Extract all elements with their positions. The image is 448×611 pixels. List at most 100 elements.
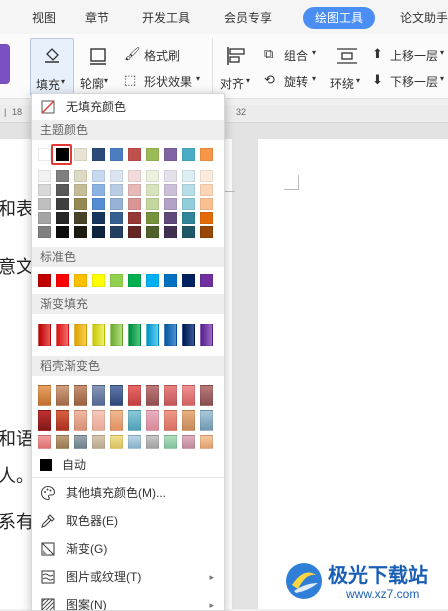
theme-shade-swatch[interactable] (182, 226, 195, 238)
theme-shade-swatch[interactable] (92, 212, 105, 224)
theme-color-swatch[interactable] (182, 148, 195, 161)
theme-color-swatch[interactable] (200, 148, 213, 161)
theme-color-swatch[interactable] (92, 148, 105, 161)
daoke-gradient-swatch[interactable] (38, 435, 51, 449)
shape-effect-button[interactable]: ⬚ 形状效果 ▾ (124, 72, 206, 90)
daoke-gradient-swatch[interactable] (200, 410, 213, 431)
theme-shade-swatch[interactable] (74, 212, 87, 224)
theme-shade-swatch[interactable] (182, 184, 195, 196)
gradient-fill-swatch[interactable] (56, 324, 69, 346)
theme-shade-swatch[interactable] (128, 184, 141, 196)
daoke-gradient-swatch[interactable] (164, 435, 177, 449)
daoke-gradient-swatch[interactable] (164, 410, 177, 431)
daoke-gradient-swatch[interactable] (146, 435, 159, 449)
theme-shade-swatch[interactable] (146, 198, 159, 210)
gradient-fill-swatch[interactable] (146, 324, 159, 346)
gradient-fill-swatch[interactable] (92, 324, 105, 346)
outline-button[interactable]: 轮廓 ▾ (78, 38, 118, 94)
theme-shade-swatch[interactable] (56, 198, 69, 210)
theme-shade-swatch[interactable] (56, 212, 69, 224)
theme-shade-swatch[interactable] (182, 198, 195, 210)
daoke-gradient-swatch[interactable] (92, 385, 105, 406)
daoke-gradient-swatch[interactable] (56, 410, 69, 431)
tab-member[interactable]: 会员专享 (224, 7, 272, 29)
theme-shade-swatch[interactable] (56, 226, 69, 238)
daoke-gradient-swatch[interactable] (38, 410, 51, 431)
theme-shade-swatch[interactable] (74, 170, 87, 182)
theme-shade-swatch[interactable] (146, 184, 159, 196)
daoke-gradient-swatch[interactable] (92, 435, 105, 449)
theme-shade-swatch[interactable] (164, 170, 177, 182)
wrap-button[interactable]: 环绕 ▾ (328, 38, 368, 94)
theme-shade-swatch[interactable] (92, 226, 105, 238)
style-preview-swatch[interactable] (0, 44, 10, 84)
daoke-gradient-swatch[interactable] (38, 385, 51, 406)
theme-shade-swatch[interactable] (38, 212, 51, 224)
theme-color-swatch[interactable] (38, 148, 51, 161)
document-text-line[interactable]: 意文 (0, 253, 34, 279)
daoke-gradient-swatch[interactable] (200, 385, 213, 406)
tab-developer[interactable]: 开发工具 (142, 7, 190, 29)
theme-color-swatch[interactable] (110, 148, 123, 161)
fill-button[interactable]: 填充 ▾ (30, 38, 74, 96)
daoke-gradient-swatch[interactable] (74, 410, 87, 431)
theme-shade-swatch[interactable] (200, 198, 213, 210)
rotate-button[interactable]: ⟲ 旋转 ▾ (264, 72, 324, 90)
gradient-item[interactable]: 渐变(G) (32, 536, 224, 562)
standard-color-swatch[interactable] (38, 274, 51, 287)
theme-shade-swatch[interactable] (110, 170, 123, 182)
theme-shade-swatch[interactable] (128, 212, 141, 224)
gradient-fill-swatch[interactable] (182, 324, 195, 346)
align-button[interactable]: 对齐 ▾ (218, 38, 258, 94)
daoke-gradient-swatch[interactable] (92, 410, 105, 431)
daoke-gradient-swatch[interactable] (182, 435, 195, 449)
gradient-fill-swatch[interactable] (110, 324, 123, 346)
theme-shade-swatch[interactable] (110, 198, 123, 210)
daoke-gradient-swatch[interactable] (146, 410, 159, 431)
theme-shade-swatch[interactable] (38, 184, 51, 196)
theme-color-swatch[interactable] (164, 148, 177, 161)
daoke-gradient-swatch[interactable] (110, 435, 123, 449)
daoke-gradient-swatch[interactable] (146, 385, 159, 406)
theme-shade-swatch[interactable] (92, 170, 105, 182)
standard-color-swatch[interactable] (164, 274, 177, 287)
standard-color-swatch[interactable] (56, 274, 69, 287)
theme-color-swatch[interactable] (146, 148, 159, 161)
theme-shade-swatch[interactable] (164, 184, 177, 196)
standard-color-swatch[interactable] (182, 274, 195, 287)
gradient-fill-swatch[interactable] (38, 324, 51, 346)
theme-shade-swatch[interactable] (92, 198, 105, 210)
document-text-line[interactable]: 和语 (0, 425, 34, 451)
standard-color-swatch[interactable] (110, 274, 123, 287)
tab-chapter[interactable]: 章节 (85, 7, 109, 29)
theme-shade-swatch[interactable] (38, 170, 51, 182)
theme-shade-swatch[interactable] (56, 184, 69, 196)
tab-thesis[interactable]: 论文助手 (400, 7, 448, 29)
theme-shade-swatch[interactable] (110, 184, 123, 196)
daoke-gradient-swatch[interactable] (182, 410, 195, 431)
theme-shade-swatch[interactable] (182, 212, 195, 224)
daoke-gradient-swatch[interactable] (74, 385, 87, 406)
picture-texture-item[interactable]: 图片或纹理(T) ▸ (32, 564, 224, 590)
group-button[interactable]: ⧉ 组合 ▾ (264, 46, 324, 64)
daoke-gradient-swatch[interactable] (182, 385, 195, 406)
daoke-gradient-swatch[interactable] (164, 385, 177, 406)
theme-shade-swatch[interactable] (146, 170, 159, 182)
send-backward-button[interactable]: ⬇ 下移一层 ▾ (372, 72, 448, 90)
theme-color-swatch[interactable] (74, 148, 87, 161)
daoke-gradient-swatch[interactable] (128, 385, 141, 406)
tab-view[interactable]: 视图 (32, 7, 56, 29)
auto-color-item[interactable]: 自动 (32, 454, 224, 476)
theme-shade-swatch[interactable] (164, 212, 177, 224)
document-page-right[interactable] (258, 139, 448, 609)
daoke-gradient-swatch[interactable] (56, 385, 69, 406)
theme-shade-swatch[interactable] (56, 170, 69, 182)
theme-shade-swatch[interactable] (38, 198, 51, 210)
eyedropper-item[interactable]: 取色器(E) (32, 508, 224, 534)
pattern-item[interactable]: 图案(N) ▸ (32, 592, 224, 610)
theme-shade-swatch[interactable] (128, 198, 141, 210)
bring-forward-button[interactable]: ⬆ 上移一层 ▾ (372, 46, 448, 64)
theme-shade-swatch[interactable] (200, 184, 213, 196)
theme-shade-swatch[interactable] (74, 198, 87, 210)
more-fill-colors-item[interactable]: 其他填充颜色(M)... (32, 480, 224, 506)
